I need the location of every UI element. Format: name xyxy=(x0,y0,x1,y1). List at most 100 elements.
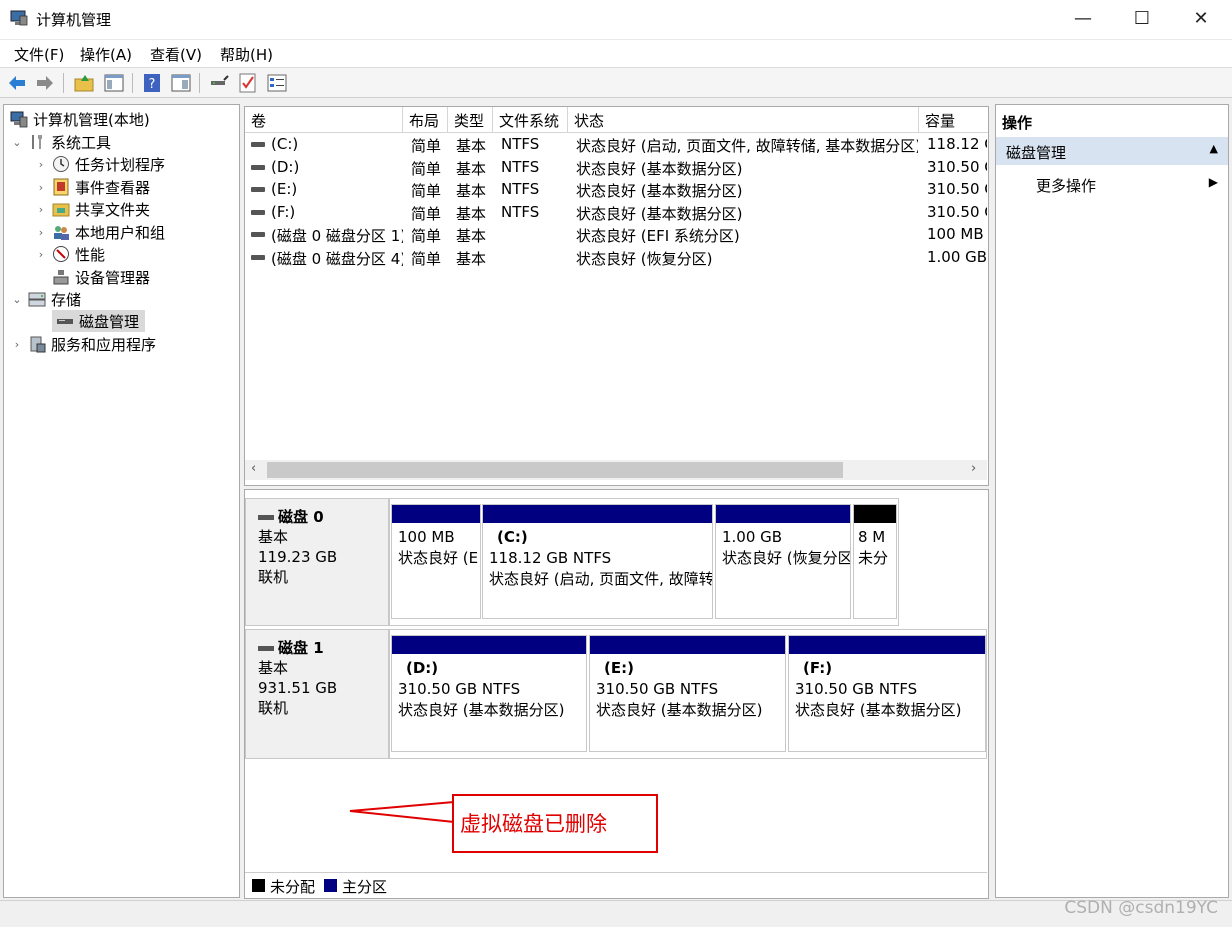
disk-size: 119.23 GB xyxy=(258,548,338,566)
column-header-capacity[interactable]: 容量 xyxy=(919,107,988,133)
tree-label: 服务和应用程序 xyxy=(51,335,157,354)
cell-layout: 简单 xyxy=(411,137,442,155)
chevron-right-icon[interactable]: › xyxy=(34,203,48,216)
primary-partition-bar xyxy=(392,636,586,654)
toolbar-separator xyxy=(199,73,200,93)
partition-c[interactable]: (C:) 118.12 GB NTFS 状态良好 (启动, 页面文件, 故障转 xyxy=(482,504,713,619)
scrollbar-thumb[interactable] xyxy=(267,462,843,478)
menu-help[interactable]: 帮助(H) xyxy=(220,44,273,65)
partition-efi[interactable]: 100 MB 状态良好 (E xyxy=(391,504,481,619)
maximize-button[interactable]: ☐ xyxy=(1113,0,1171,40)
scroll-left-icon[interactable]: ‹ xyxy=(251,461,256,476)
tree-label: 性能 xyxy=(75,245,106,264)
console-icon[interactable] xyxy=(170,72,192,94)
partition-status: 状态良好 (E xyxy=(398,549,479,567)
properties-list-icon[interactable] xyxy=(266,72,288,94)
help-icon[interactable]: ? xyxy=(141,72,163,94)
partition-size: 100 MB xyxy=(398,528,455,546)
volume-drive-icon xyxy=(251,209,265,215)
chevron-right-icon[interactable]: › xyxy=(34,248,48,261)
column-header-type[interactable]: 类型 xyxy=(448,107,493,133)
cell-type: 基本 xyxy=(456,182,487,201)
more-actions-item[interactable]: 更多操作 xyxy=(1036,175,1096,196)
minimize-button[interactable]: — xyxy=(1054,0,1112,40)
computer-management-icon xyxy=(10,10,28,26)
back-arrow-icon[interactable] xyxy=(6,72,28,94)
cell-volume: (F:) xyxy=(271,202,296,221)
tree-item-root[interactable]: 计算机管理(本地) xyxy=(6,108,150,130)
cell-capacity: 1.00 GB xyxy=(927,248,987,266)
tools-icon xyxy=(32,135,42,149)
clock-icon xyxy=(53,156,69,172)
show-hide-tree-icon[interactable] xyxy=(103,72,125,94)
chevron-down-icon[interactable]: ⌄ xyxy=(10,136,24,149)
partition-d[interactable]: (D:) 310.50 GB NTFS 状态良好 (基本数据分区) xyxy=(391,635,587,752)
cell-volume: (C:) xyxy=(271,135,299,153)
up-folder-icon[interactable] xyxy=(73,72,95,94)
cell-capacity: 310.50 G xyxy=(927,202,987,221)
cell-filesystem: NTFS xyxy=(501,202,540,221)
horizontal-scrollbar[interactable]: ‹ › xyxy=(245,460,987,480)
tree-item-services-apps[interactable]: › 服务和应用程序 xyxy=(10,333,156,355)
partition-f[interactable]: (F:) 310.50 GB NTFS 状态良好 (基本数据分区) xyxy=(788,635,986,752)
column-header-status[interactable]: 状态 xyxy=(568,107,919,133)
tree-item-local-users[interactable]: › 本地用户和组 xyxy=(34,221,165,243)
volume-drive-icon xyxy=(251,164,265,170)
scroll-right-icon[interactable]: › xyxy=(971,461,976,476)
menu-file[interactable]: 文件(F) xyxy=(14,44,64,65)
legend-primary: 主分区 xyxy=(342,878,388,896)
primary-swatch xyxy=(324,879,337,892)
column-header-volume[interactable]: 卷 xyxy=(245,107,403,133)
table-row[interactable]: (F:) 简单基本 NTFS 状态良好 (基本数据分区) 310.50 G xyxy=(245,201,988,223)
cell-capacity: 118.12 G xyxy=(927,135,987,153)
menu-action[interactable]: 操作(A) xyxy=(80,44,132,65)
partition-title: (D:) xyxy=(406,659,439,677)
tree-item-disk-management[interactable]: 磁盘管理 xyxy=(52,310,146,332)
tree-label: 任务计划程序 xyxy=(75,155,166,174)
tree-item-device-manager[interactable]: 设备管理器 xyxy=(48,266,150,288)
performance-gauge-icon xyxy=(53,246,69,262)
chevron-right-icon[interactable]: › xyxy=(34,158,48,171)
unallocated-swatch xyxy=(252,879,265,892)
tree-item-event-viewer[interactable]: › 事件查看器 xyxy=(34,176,150,198)
chevron-right-icon[interactable]: › xyxy=(10,338,24,351)
cell-capacity: 310.50 G xyxy=(927,180,987,199)
tree-item-task-scheduler[interactable]: › 任务计划程序 xyxy=(34,153,165,175)
table-row[interactable]: (D:) 简单基本 NTFS 状态良好 (基本数据分区) 310.50 G xyxy=(245,156,988,178)
table-row[interactable]: (E:) 简单基本 NTFS 状态良好 (基本数据分区) 310.50 G xyxy=(245,178,988,201)
disk-kind: 基本 xyxy=(258,528,289,546)
menu-view[interactable]: 查看(V) xyxy=(150,44,202,65)
chevron-right-icon[interactable]: › xyxy=(34,226,48,239)
checkmark-icon[interactable] xyxy=(237,72,259,94)
table-row[interactable]: (磁盘 0 磁盘分区 4) 简单 基本 状态良好 (恢复分区) 1.00 GB xyxy=(245,246,988,268)
chevron-right-icon[interactable]: › xyxy=(34,181,48,194)
tree-label: 磁盘管理 xyxy=(79,312,140,331)
chevron-down-icon[interactable]: ⌄ xyxy=(10,293,24,306)
forward-arrow-icon[interactable] xyxy=(34,72,56,94)
disk-size: 931.51 GB xyxy=(258,679,338,697)
table-row[interactable]: (C:) 简单 基本 NTFS 状态良好 (启动, 页面文件, 故障转储, 基本数据分区… xyxy=(245,133,988,155)
tree-item-performance[interactable]: › 性能 xyxy=(34,243,105,265)
legend-unallocated: 未分配 xyxy=(270,878,316,896)
callout-arrow xyxy=(349,801,455,823)
partition-size: 118.12 GB NTFS xyxy=(489,549,612,567)
tree-item-shared-folders[interactable]: › 共享文件夹 xyxy=(34,198,150,220)
connect-icon[interactable] xyxy=(208,72,230,94)
partition-recovery[interactable]: 1.00 GB 状态良好 (恢复分区 xyxy=(715,504,851,619)
close-button[interactable]: ✕ xyxy=(1172,0,1230,40)
submenu-arrow-icon[interactable]: ▶ xyxy=(1209,175,1218,189)
cell-status: 状态良好 (基本数据分区) xyxy=(576,182,743,201)
cell-volume: (E:) xyxy=(271,180,298,199)
tree-item-system-tools[interactable]: ⌄ 系统工具 xyxy=(10,131,111,153)
collapse-up-icon[interactable]: ▲ xyxy=(1210,142,1218,155)
column-header-layout[interactable]: 布局 xyxy=(403,107,448,133)
disk-1-label[interactable]: 磁盘 1 基本 931.51 GB 联机 xyxy=(245,629,389,759)
partition-unallocated[interactable]: 8 M 未分 xyxy=(853,504,897,619)
status-bar xyxy=(0,900,1232,927)
partition-e[interactable]: (E:) 310.50 GB NTFS 状态良好 (基本数据分区) xyxy=(589,635,786,752)
tree-item-storage[interactable]: ⌄ 存储 xyxy=(10,288,81,310)
table-row[interactable]: (磁盘 0 磁盘分区 1) 简单 基本 状态良好 (EFI 系统分区) 100 MB xyxy=(245,223,988,245)
actions-section-disk-management[interactable]: 磁盘管理 ▲ xyxy=(996,137,1228,165)
disk-0-label[interactable]: 磁盘 0 基本 119.23 GB 联机 xyxy=(245,498,389,626)
column-header-filesystem[interactable]: 文件系统 xyxy=(493,107,568,133)
